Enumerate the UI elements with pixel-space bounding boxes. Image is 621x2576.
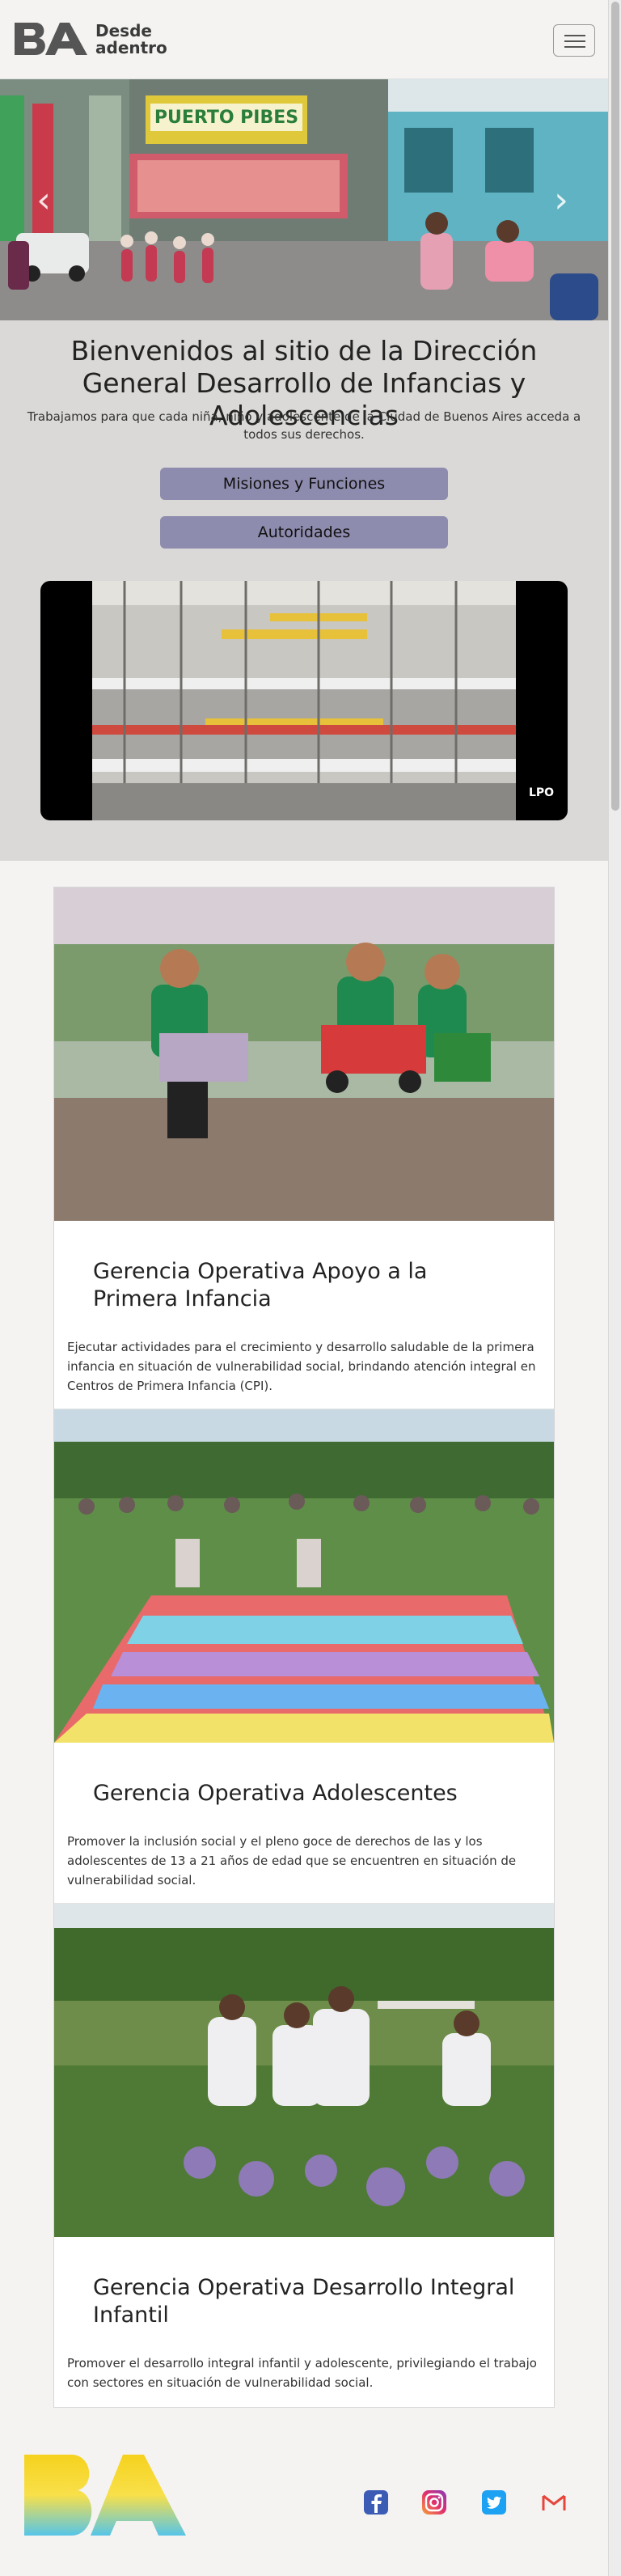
gmail-icon[interactable] [540,2489,568,2516]
scrollbar-thumb[interactable] [611,2,619,811]
card-image [54,1409,554,1743]
site-header: Desde adentro [0,0,608,79]
facebook-icon[interactable] [362,2489,390,2516]
card-image [54,888,554,1221]
video-frame [92,581,516,820]
card-text: Promover el desarrollo integral infantil… [67,2356,537,2390]
video-player[interactable]: LPO [40,581,568,820]
hamburger-icon-bar [564,40,585,42]
card-primera-infancia[interactable]: Gerencia Operativa Apoyo a la Primera In… [54,888,554,1409]
card-text: Ejecutar actividades para el crecimiento… [67,1340,536,1393]
misiones-button[interactable]: Misiones y Funciones [160,468,448,500]
brand-line-1: Desde [95,21,152,40]
brand-name[interactable]: Desde adentro [95,23,167,57]
video-badge: LPO [529,786,555,799]
hamburger-icon-bar [564,46,585,48]
hero-sign-text: PUERTO PIBES [154,108,298,128]
hamburger-icon [564,35,585,36]
card-title: Gerencia Operativa Apoyo a la Primera In… [93,1259,428,1311]
intro-section: Bienvenidos al sitio de la Dirección Gen… [0,320,608,861]
hero-carousel[interactable]: PUERTO PIBES ‹ › [0,79,608,320]
card-text: Promover la inclusión social y el pleno … [67,1834,517,1888]
chevron-left-icon: ‹ [36,180,51,221]
card-title: Gerencia Operativa Desarrollo Integral I… [93,2275,515,2328]
ba-logo[interactable] [13,19,91,58]
ba-footer-logo[interactable] [23,2450,188,2540]
hero-image: PUERTO PIBES [0,79,608,320]
autoridades-button[interactable]: Autoridades [160,516,448,549]
carousel-prev-button[interactable]: ‹ [27,176,60,225]
card-image [54,1904,554,2237]
twitter-icon[interactable] [480,2489,508,2516]
site-footer [0,2414,608,2576]
cards-list: Gerencia Operativa Apoyo a la Primera In… [53,887,555,2408]
card-desarrollo-integral[interactable]: Gerencia Operativa Desarrollo Integral I… [54,1904,554,2407]
intro-text: Trabajamos para que cada niña, niño y ad… [27,409,581,442]
chevron-right-icon: › [554,180,568,221]
card-adolescentes[interactable]: Gerencia Operativa Adolescentes Promover… [54,1409,554,1904]
instagram-icon[interactable] [420,2489,448,2516]
carousel-next-button[interactable]: › [545,176,577,225]
menu-toggle-button[interactable] [553,24,595,57]
page: Desde adentro PUERTO PIBES ‹ › Bienvenid… [0,0,608,2576]
card-title: Gerencia Operativa Adolescentes [93,1781,458,1806]
page-scrollbar[interactable] [608,0,621,2576]
brand-line-2: adentro [95,38,167,57]
